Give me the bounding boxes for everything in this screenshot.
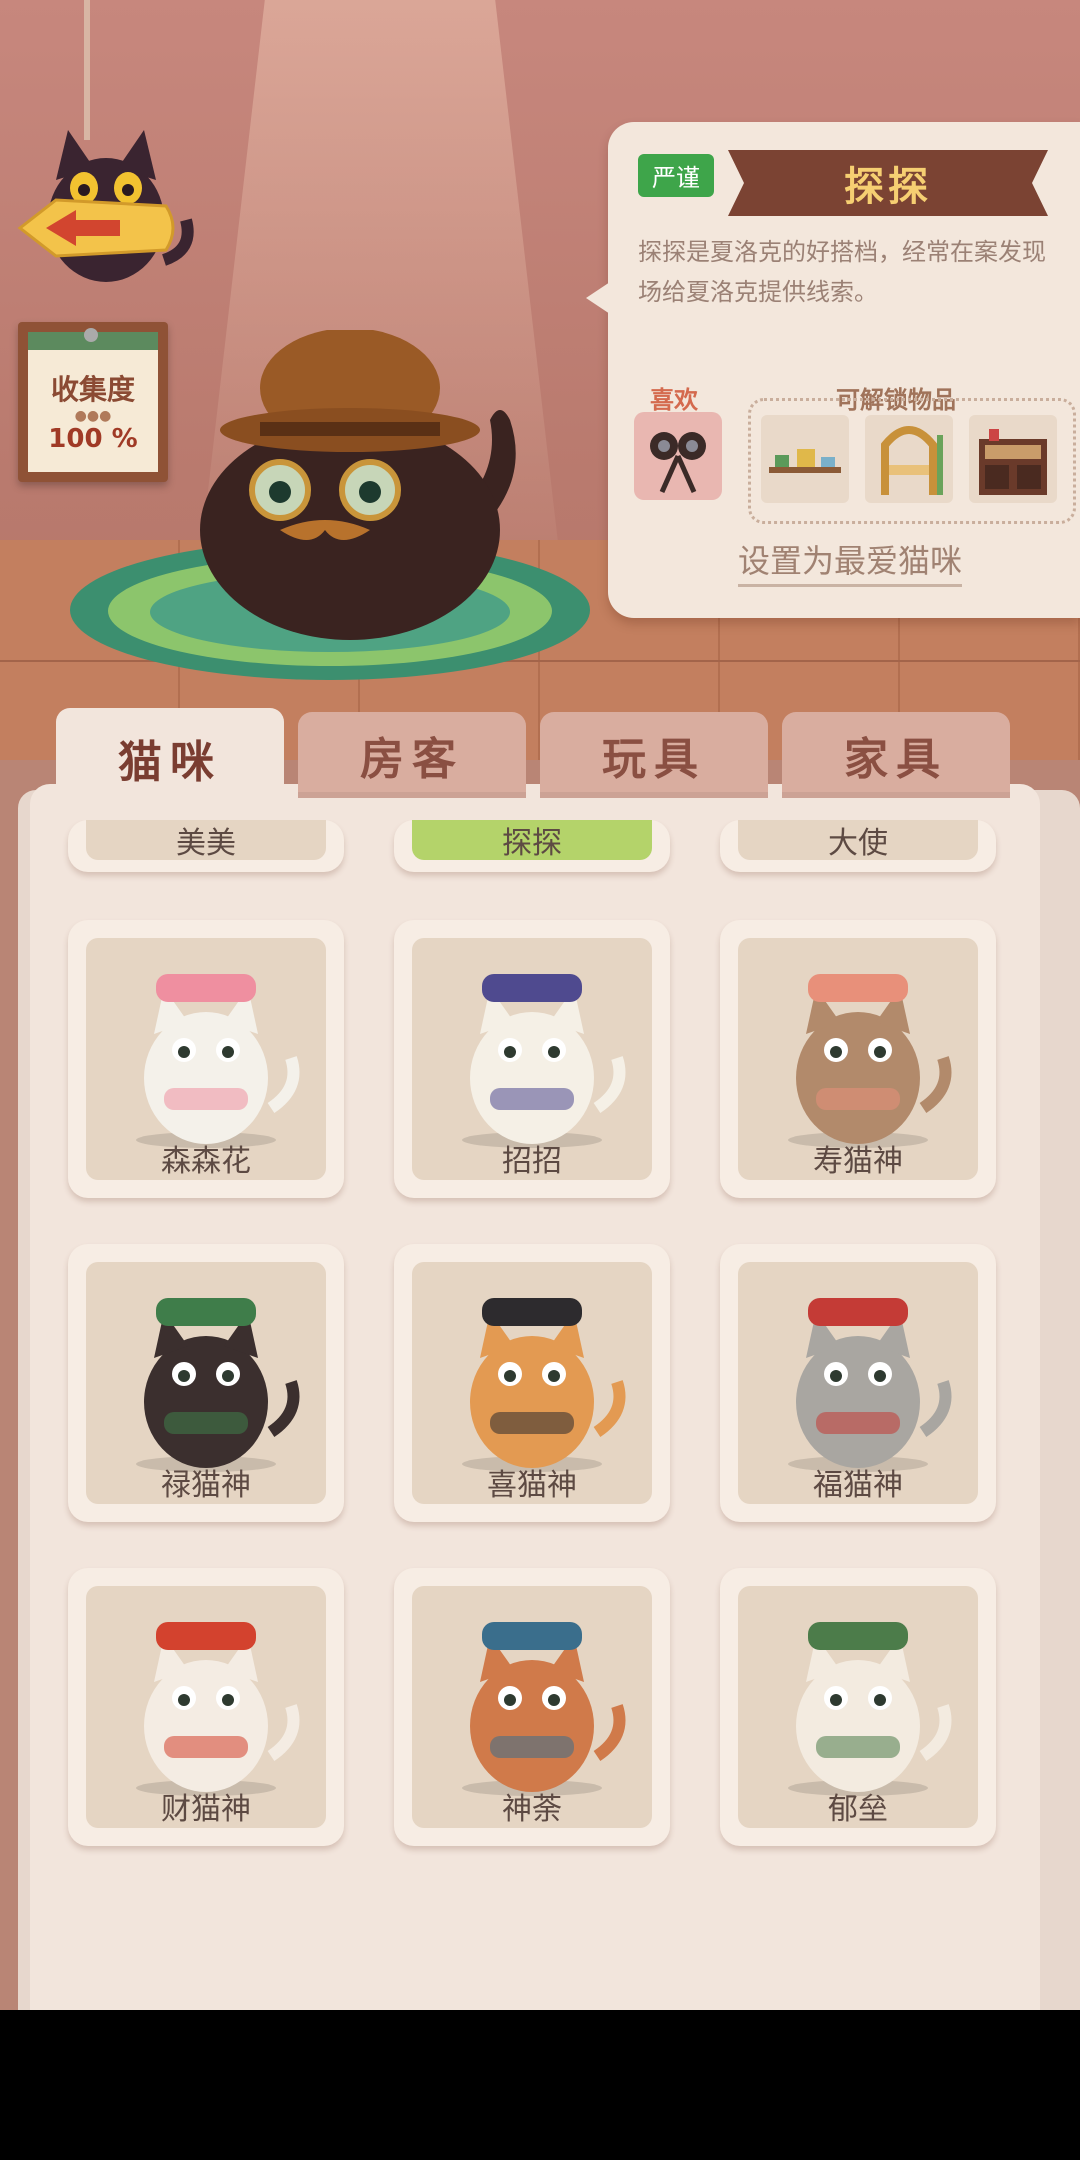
cat-card[interactable]: 寿猫神 bbox=[720, 920, 996, 1198]
trait-tag: 严谨 bbox=[638, 154, 714, 197]
cat-card[interactable]: 财猫神 bbox=[68, 1568, 344, 1846]
cat-card-label: 寿猫神 bbox=[813, 1144, 903, 1179]
like-label: 喜欢 bbox=[650, 386, 698, 414]
collection-value: 100 % bbox=[48, 424, 138, 454]
cat-card[interactable]: 郁垒 bbox=[720, 1568, 996, 1846]
cat-card-label: 探探 bbox=[502, 826, 562, 861]
cat-description: 探探是夏洛克的好搭档，经常在案发现场给夏洛克提供线索。 bbox=[638, 238, 1046, 306]
cat-card-label: 福猫神 bbox=[813, 1468, 903, 1503]
plant-shelf-icon[interactable] bbox=[761, 415, 849, 503]
detective-cat[interactable] bbox=[180, 330, 540, 640]
wicker-chair-icon[interactable] bbox=[865, 415, 953, 503]
tab-furniture[interactable]: 家具 bbox=[782, 712, 1010, 798]
cat-card-selected[interactable]: 探探 bbox=[394, 820, 670, 872]
cat-card-label: 喜猫神 bbox=[487, 1468, 577, 1503]
cat-grid[interactable]: 美美 探探 大使 森森花 招招 寿猫神 禄猫神 喜猫神 福猫神 财猫神 神荼 郁… bbox=[40, 820, 1020, 2010]
tab-cats[interactable]: 猫咪 bbox=[56, 708, 284, 808]
pin-icon bbox=[84, 328, 98, 342]
tab-tenants[interactable]: 房客 bbox=[298, 712, 526, 798]
screen-bottom bbox=[0, 2010, 1080, 2160]
back-button[interactable] bbox=[16, 110, 196, 300]
cat-card[interactable]: 喜猫神 bbox=[394, 1244, 670, 1522]
cat-card[interactable]: 神荼 bbox=[394, 1568, 670, 1846]
binoculars-icon bbox=[650, 432, 706, 494]
cat-name: 探探 bbox=[844, 164, 932, 210]
cat-card[interactable]: 美美 bbox=[68, 820, 344, 872]
cat-card-label: 禄猫神 bbox=[161, 1468, 251, 1503]
bookcase-icon[interactable] bbox=[969, 415, 1057, 503]
cat-info-card: 严谨 探探 探探是夏洛克的好搭档，经常在案发现场给夏洛克提供线索。 喜欢 可解锁… bbox=[586, 122, 1080, 618]
cat-card[interactable]: 森森花 bbox=[68, 920, 344, 1198]
liked-item[interactable] bbox=[634, 412, 722, 500]
cat-card[interactable]: 福猫神 bbox=[720, 1244, 996, 1522]
cat-card-label: 财猫神 bbox=[161, 1792, 251, 1827]
cat-name-banner: 探探 bbox=[728, 150, 1048, 216]
unlock-items bbox=[748, 398, 1076, 524]
collection-card: 收集度 ●●● 100 % bbox=[18, 322, 168, 482]
arrow-left-icon bbox=[17, 198, 175, 258]
paw-icon: ●●● bbox=[74, 408, 112, 424]
cat-card-label: 大使 bbox=[828, 826, 888, 861]
cat-card-label: 美美 bbox=[176, 826, 236, 861]
cat-card-label: 神荼 bbox=[502, 1792, 562, 1827]
set-favorite-button[interactable]: 设置为最爱猫咪 bbox=[738, 536, 963, 587]
cat-card-label: 招招 bbox=[502, 1144, 562, 1179]
tab-toys[interactable]: 玩具 bbox=[540, 712, 768, 798]
cat-card[interactable]: 招招 bbox=[394, 920, 670, 1198]
room-scene: 收集度 ●●● 100 % 严谨 探探 探探是夏洛克的好搭档，经常在案发现场给夏… bbox=[0, 0, 1080, 790]
cat-card-label: 森森花 bbox=[161, 1144, 251, 1179]
cat-card-label: 郁垒 bbox=[828, 1792, 888, 1827]
collection-title: 收集度 bbox=[50, 373, 135, 406]
cat-card[interactable]: 大使 bbox=[720, 820, 996, 872]
cat-card[interactable]: 禄猫神 bbox=[68, 1244, 344, 1522]
